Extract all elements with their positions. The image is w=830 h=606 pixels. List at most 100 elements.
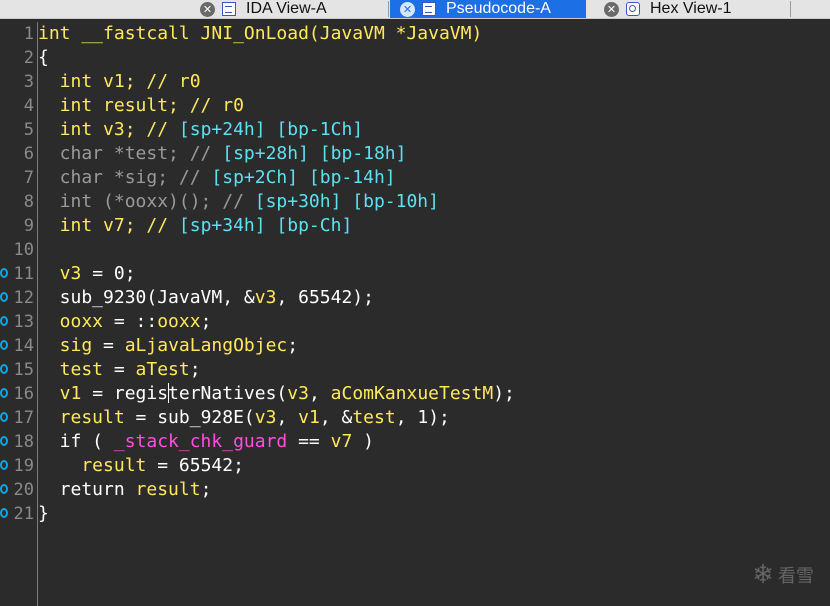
code-text[interactable]: result = sub_928E(v3, v1, &test, 1); xyxy=(38,406,450,430)
code-text[interactable]: v3 = 0; xyxy=(38,262,136,286)
line-number: 18 xyxy=(13,432,34,452)
tab-pseudocode-a[interactable]: ✕ Pseudocode-A xyxy=(390,0,586,18)
code-line[interactable]: 17 result = sub_928E(v3, v1, &test, 1); xyxy=(0,406,830,430)
line-number: 10 xyxy=(13,240,34,260)
code-text[interactable]: int result; // r0 xyxy=(38,94,244,118)
close-icon[interactable]: ✕ xyxy=(200,1,215,17)
code-token: ; xyxy=(189,359,201,380)
code-token: { xyxy=(38,47,49,68)
code-text[interactable]: int v1; // r0 xyxy=(38,70,201,94)
code-text[interactable]: if ( _stack_chk_guard == v7 ) xyxy=(38,430,374,454)
code-text[interactable]: int v3; // [sp+24h] [bp-1Ch] xyxy=(38,118,363,142)
code-line[interactable]: 9 int v7; // [sp+34h] [bp-Ch] xyxy=(0,214,830,238)
code-line[interactable]: 5 int v3; // [sp+24h] [bp-1Ch] xyxy=(0,118,830,142)
code-token: int __fastcall JNI_OnLoad(JavaVM *JavaVM… xyxy=(38,23,483,44)
code-line[interactable]: 16 v1 = registerNatives(v3, aComKanxueTe… xyxy=(0,382,830,406)
code-token: return xyxy=(38,479,136,500)
code-token: terNatives( xyxy=(168,383,288,404)
code-token: ; xyxy=(200,311,212,332)
line-number: 9 xyxy=(23,216,34,236)
tab-label: Hex View-1 xyxy=(650,0,732,17)
code-token: ooxx xyxy=(38,311,114,332)
code-text[interactable]: char *sig; // [sp+2Ch] [bp-14h] xyxy=(38,166,396,190)
close-icon[interactable]: ✕ xyxy=(400,1,415,17)
code-token: [sp+30h] [bp-10h] xyxy=(254,191,439,212)
code-line[interactable]: 20 return result; xyxy=(0,478,830,502)
code-token: v3 xyxy=(254,287,277,308)
code-line[interactable]: 1 int __fastcall JNI_OnLoad(JavaVM *JavaV… xyxy=(0,22,830,46)
doc-icon xyxy=(222,2,236,16)
code-text[interactable]: return result; xyxy=(38,478,212,502)
code-text[interactable]: } xyxy=(38,502,49,526)
code-line[interactable]: 15 test = aTest; xyxy=(0,358,830,382)
code-line[interactable]: 8 int (*ooxx)(); // [sp+30h] [bp-10h] xyxy=(0,190,830,214)
code-token: aComKanxueTestM xyxy=(330,383,494,404)
code-text[interactable]: v1 = registerNatives(v3, aComKanxueTestM… xyxy=(38,382,515,406)
code-token: int v3; // xyxy=(38,119,179,140)
code-text[interactable]: char *test; // [sp+28h] [bp-18h] xyxy=(38,142,407,166)
code-token: int v7; // xyxy=(38,215,179,236)
code-token: = xyxy=(103,335,125,356)
code-token: ) xyxy=(352,431,374,452)
code-line[interactable]: 6 char *test; // [sp+28h] [bp-18h] xyxy=(0,142,830,166)
code-line[interactable]: 14 sig = aLjavaLangObjec; xyxy=(0,334,830,358)
code-text[interactable]: sub_9230(JavaVM, &v3, 65542); xyxy=(38,286,374,310)
code-line[interactable]: 21} xyxy=(0,502,830,526)
code-token: int v1; // xyxy=(38,71,179,92)
line-number: 12 xyxy=(13,288,34,308)
code-line[interactable]: 19 result = 65542; xyxy=(0,454,830,478)
line-number: 21 xyxy=(13,504,34,524)
code-token: v1 xyxy=(38,383,93,404)
code-line[interactable]: 18 if ( _stack_chk_guard == v7 ) xyxy=(0,430,830,454)
code-token: ooxx xyxy=(157,311,201,332)
code-token: sig xyxy=(38,335,104,356)
code-text[interactable]: int v7; // [sp+34h] [bp-Ch] xyxy=(38,214,353,238)
line-number: 8 xyxy=(23,192,34,212)
code-token: int (*ooxx)(); // xyxy=(38,191,255,212)
close-icon[interactable]: ✕ xyxy=(604,1,619,17)
line-number: 19 xyxy=(13,456,34,476)
code-token: , xyxy=(308,383,331,404)
code-text[interactable]: int (*ooxx)(); // [sp+30h] [bp-10h] xyxy=(38,190,439,214)
code-token: char *sig; // xyxy=(38,167,212,188)
line-number: 14 xyxy=(13,336,34,356)
code-token: aTest xyxy=(135,359,190,380)
hex-icon xyxy=(626,2,640,16)
tab-ida-view-a[interactable]: ✕ IDA View-A xyxy=(200,0,380,18)
code-token: int result; // xyxy=(38,95,223,116)
code-token: ); xyxy=(493,383,515,404)
code-line[interactable]: 4 int result; // r0 xyxy=(0,94,830,118)
code-token: , 65542); xyxy=(276,287,374,308)
code-line[interactable]: 11 v3 = 0; xyxy=(0,262,830,286)
line-number: 11 xyxy=(13,264,34,284)
tab-divider xyxy=(388,1,389,17)
line-number: 16 xyxy=(13,384,34,404)
ida-window: ✕ IDA View-A ✕ Pseudocode-A ✕ Hex View-1… xyxy=(0,0,830,606)
code-text[interactable]: int __fastcall JNI_OnLoad(JavaVM *JavaVM… xyxy=(38,22,482,46)
line-number: 20 xyxy=(13,480,34,500)
code-token: , & xyxy=(319,407,353,428)
tab-label: IDA View-A xyxy=(246,0,327,17)
code-line[interactable]: 7 char *sig; // [sp+2Ch] [bp-14h] xyxy=(0,166,830,190)
code-line[interactable]: 13 ooxx = ::ooxx; xyxy=(0,310,830,334)
code-line[interactable]: 3 int v1; // r0 xyxy=(0,70,830,94)
line-number: 6 xyxy=(23,144,34,164)
code-line[interactable]: 10 xyxy=(0,238,830,262)
code-token: test xyxy=(38,359,114,380)
code-text[interactable]: sig = aLjavaLangObjec; xyxy=(38,334,298,358)
line-number: 13 xyxy=(13,312,34,332)
line-number: 17 xyxy=(13,408,34,428)
code-token: v7 xyxy=(330,431,353,452)
watermark: ❄ 看雪 xyxy=(752,560,814,590)
tab-hex-view-1[interactable]: ✕ Hex View-1 xyxy=(604,0,784,18)
code-line[interactable]: 12 sub_9230(JavaVM, &v3, 65542); xyxy=(0,286,830,310)
code-text[interactable]: result = 65542; xyxy=(38,454,244,478)
code-text[interactable]: test = aTest; xyxy=(38,358,201,382)
code-token: v3 xyxy=(254,407,277,428)
code-text[interactable]: { xyxy=(38,46,49,70)
pseudocode-view[interactable]: 1 int __fastcall JNI_OnLoad(JavaVM *JavaV… xyxy=(0,22,830,606)
code-line[interactable]: 2{ xyxy=(0,46,830,70)
code-text[interactable]: ooxx = ::ooxx; xyxy=(38,310,212,334)
code-token: result xyxy=(38,407,136,428)
line-number: 7 xyxy=(23,168,34,188)
